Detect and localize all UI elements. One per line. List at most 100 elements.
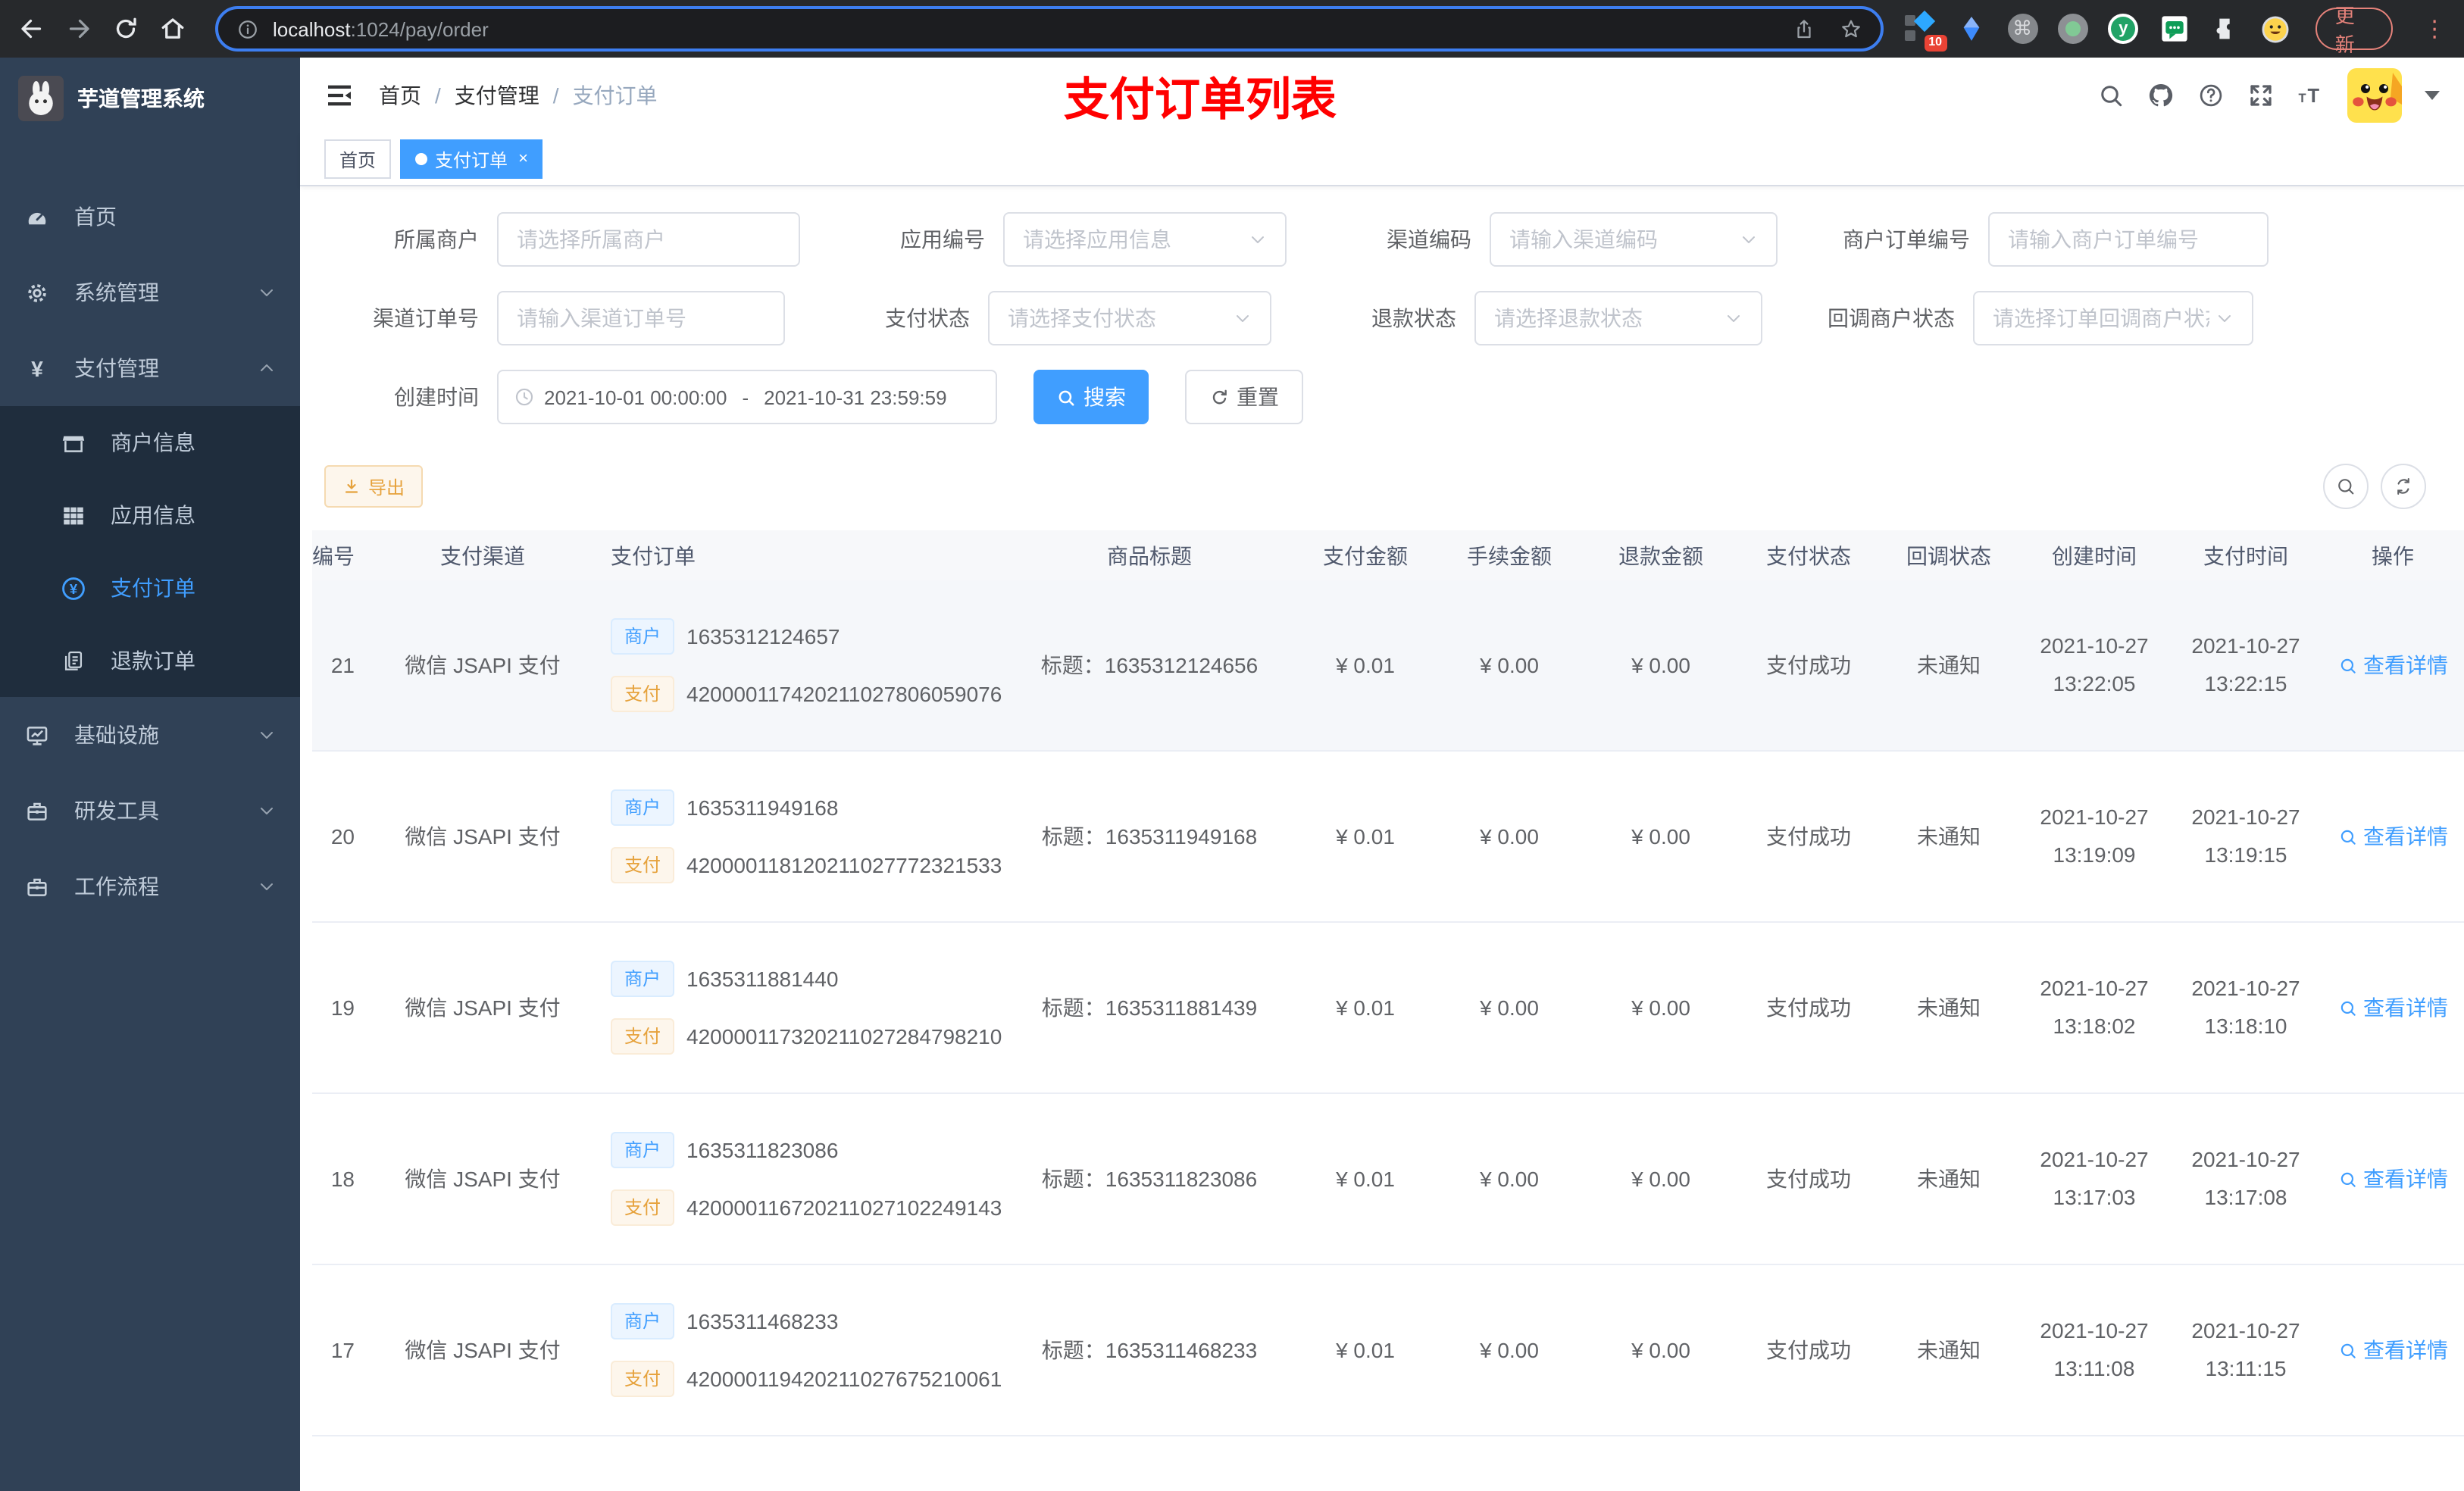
view-detail-link[interactable]: 查看详情 (2337, 821, 2448, 852)
refund-amount-cell: ¥ 0.00 (1631, 996, 1690, 1020)
pay-time-cell: 2021-10-27 13:18:10 (2191, 976, 2300, 1038)
sidebar-item-app-info[interactable]: 应用信息 (0, 479, 300, 552)
filter-input[interactable]: 请选择所属商户 (497, 212, 800, 267)
github-icon[interactable] (2147, 82, 2175, 109)
extensions-row: 10 ⌘ y 更新 ⋮ (1905, 5, 2446, 56)
export-button[interactable]: 导出 (324, 465, 424, 508)
product-title-cell: 标题：1635312124656 (1040, 653, 1259, 677)
sidebar-item-merchant-info[interactable]: 商户信息 (0, 406, 300, 479)
tag-close-icon[interactable]: × (518, 150, 528, 168)
table-row-partial: 商户1635311354796 (312, 1436, 2464, 1491)
create-time-cell: 2021-10-27 13:18:02 (2040, 976, 2149, 1038)
help-icon[interactable] (2197, 82, 2225, 109)
reload-icon[interactable] (112, 15, 139, 42)
date-end-value[interactable]: 2021-10-31 23:59:59 (764, 386, 946, 408)
view-detail-link[interactable]: 查看详情 (2337, 1335, 2448, 1365)
view-detail-link[interactable]: 查看详情 (2337, 1164, 2448, 1194)
font-size-icon[interactable]: TT (2297, 82, 2325, 109)
pay-status-cell: 支付成功 (1766, 1338, 1851, 1362)
site-info-icon[interactable] (236, 17, 259, 40)
extension-smiley-icon[interactable] (2259, 12, 2291, 45)
view-detail-link[interactable]: 查看详情 (2337, 992, 2448, 1023)
breadcrumb-pay-manage[interactable]: 支付管理 (455, 80, 539, 111)
avatar[interactable] (2347, 68, 2402, 123)
forward-icon[interactable] (65, 15, 92, 42)
clock-icon (515, 388, 533, 406)
pay-time-cell: 2021-10-27 13:19:15 (2191, 805, 2300, 867)
browser-menu-icon[interactable]: ⋮ (2423, 15, 2446, 42)
view-detail-link[interactable]: 查看详情 (2337, 650, 2448, 680)
sidebar-item-payment[interactable]: ¥ 支付管理 (0, 330, 300, 406)
extension-chat-icon[interactable] (2158, 12, 2190, 45)
order-number: 4200001173202110272847982104 (686, 1024, 1002, 1049)
search-button[interactable]: 搜索 (1033, 370, 1149, 424)
refresh-table-button[interactable] (2381, 464, 2426, 509)
pay-amount-cell: ¥ 0.01 (1336, 1167, 1395, 1191)
pay-channel-cell: 微信 JSAPI 支付 (405, 824, 561, 849)
extension-record-icon[interactable] (2056, 12, 2089, 45)
create-time-cell: 2021-10-27 13:11:08 (2040, 1318, 2149, 1380)
extension-blocks-icon[interactable]: 10 (1905, 10, 1947, 52)
pay-status-cell: 支付成功 (1766, 996, 1851, 1020)
order-number: 1635311468233 (686, 1309, 839, 1333)
extension-y-icon[interactable]: y (2107, 12, 2140, 45)
tag-pay-order[interactable]: 支付订单 × (400, 139, 543, 179)
sidebar-item-refund-order[interactable]: 退款订单 (0, 624, 300, 697)
user-menu-caret-icon[interactable] (2425, 91, 2440, 100)
fee-amount-cell: ¥ 0.00 (1480, 824, 1539, 849)
tag-home[interactable]: 首页 (324, 139, 392, 179)
back-icon[interactable] (18, 15, 45, 42)
pay-order-cell: 商户 1635312124657 支付 42000011742021102780605… (593, 618, 1002, 712)
filter-field: 应用编号 请选择应用信息 (836, 212, 1287, 267)
breadcrumb-home[interactable]: 首页 (379, 80, 421, 111)
filter-select[interactable]: 请输入渠道编码 (1490, 212, 1778, 267)
page-content: 所属商户 请选择所属商户 应用编号 请选择应用信息 渠道编码 请输入渠道编码 商户订单编号请… (300, 186, 2464, 1491)
dashboard-icon (24, 204, 50, 230)
filter-select[interactable]: 请选择退款状态 (1474, 291, 1762, 345)
sidebar-item-label: 退款订单 (111, 649, 195, 673)
update-button[interactable]: 更新 (2315, 5, 2394, 56)
date-range-picker[interactable]: 2021-10-01 00:00:00 - 2021-10-31 23:59:5… (497, 370, 997, 424)
filter-input[interactable]: 请输入商户订单编号 (1988, 212, 2269, 267)
home-icon[interactable] (159, 15, 186, 42)
sidebar-item-label: 研发工具 (74, 799, 159, 823)
url-bar[interactable]: localhost:1024/pay/order (215, 6, 1884, 52)
extension-gem-icon[interactable] (1956, 12, 1988, 45)
filter-field: 商户订单编号 请输入商户订单编号 (1814, 212, 2269, 267)
filter-select[interactable]: 请选择订单回调商户状态 (1973, 291, 2253, 345)
filter-input[interactable]: 请输入渠道订单号 (497, 291, 785, 345)
chevron-down-icon (1724, 309, 1743, 327)
chevron-down-icon (258, 877, 276, 896)
toggle-search-button[interactable] (2323, 464, 2369, 509)
sidebar-toggle-icon[interactable] (324, 80, 355, 111)
pay-tag: 支付 (611, 847, 675, 883)
filter-field: 支付状态 请选择支付状态 (821, 291, 1271, 345)
product-title-cell: 标题：1635311468233 (1041, 1338, 1258, 1362)
order-id-cell: 20 (330, 824, 355, 849)
sidebar-item-home[interactable]: 首页 (0, 179, 300, 255)
table-header-cell: 支付金额 (1323, 543, 1408, 567)
product-title-cell: 标题：1635311881439 (1041, 996, 1258, 1020)
sidebar-item-infrastructure[interactable]: 基础设施 (0, 697, 300, 773)
search-icon[interactable] (2097, 82, 2125, 109)
reset-refresh-icon (1212, 389, 1227, 404)
action-cell: 查看详情 (2320, 992, 2464, 1023)
extension-puzzle-icon[interactable] (2208, 12, 2240, 45)
sidebar-item-workflow[interactable]: 工作流程 (0, 849, 300, 924)
extension-command-icon[interactable]: ⌘ (2006, 12, 2039, 45)
sidebar-item-pay-order[interactable]: ¥ 支付订单 (0, 552, 300, 624)
filter-select[interactable]: 请选择支付状态 (988, 291, 1271, 345)
date-start-value[interactable]: 2021-10-01 00:00:00 (544, 386, 727, 408)
placeholder-text: 请选择所属商户 (517, 227, 665, 252)
sidebar-item-dev-tools[interactable]: 研发工具 (0, 773, 300, 849)
reset-button[interactable]: 重置 (1185, 370, 1303, 424)
bookmark-star-icon[interactable] (1840, 17, 1862, 40)
table-header-cell: 回调状态 (1906, 543, 1991, 567)
share-icon[interactable] (1793, 17, 1815, 40)
view-detail-magnifier-icon (2337, 655, 2357, 675)
extension-badge: 10 (1924, 35, 1947, 52)
filter-select[interactable]: 请选择应用信息 (1003, 212, 1287, 267)
tags-view: 首页 支付订单 × (300, 133, 2464, 186)
fullscreen-icon[interactable] (2247, 82, 2275, 109)
sidebar-item-system[interactable]: 系统管理 (0, 255, 300, 330)
